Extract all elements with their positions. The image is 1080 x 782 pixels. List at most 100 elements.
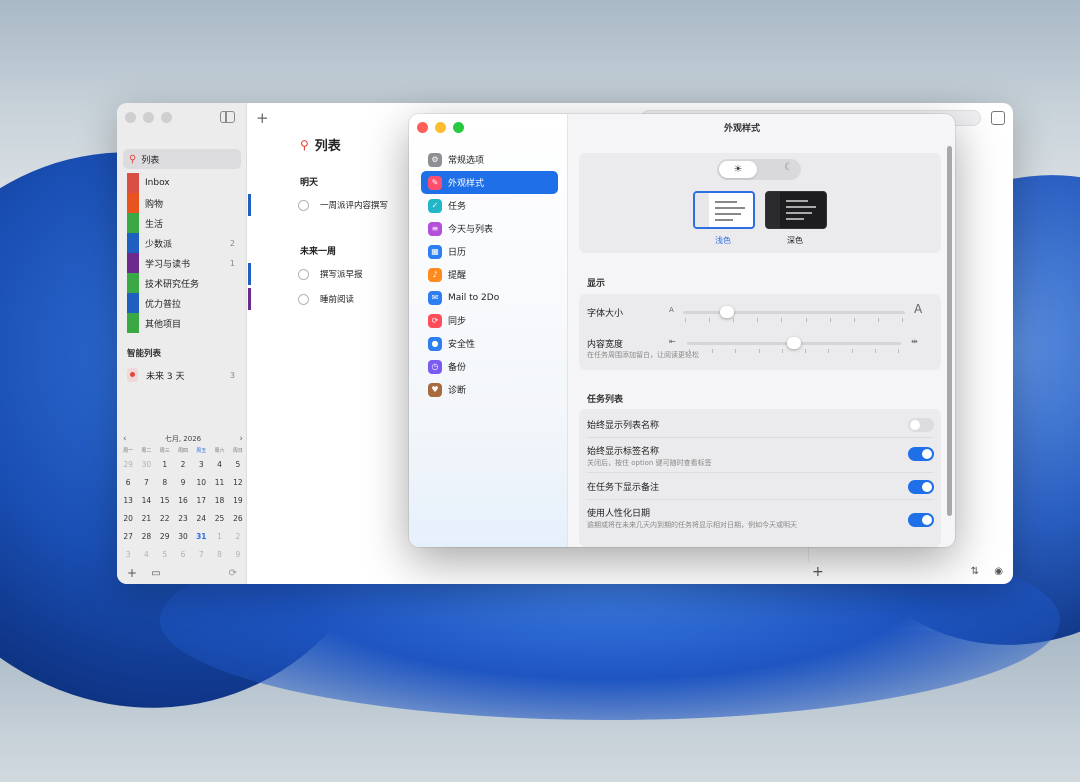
calendar-day[interactable]: 26 [229, 510, 247, 528]
calendar-day[interactable]: 22 [156, 510, 174, 528]
calendar-day[interactable]: 7 [137, 474, 155, 492]
close-button[interactable] [125, 112, 136, 123]
calendar-day[interactable]: 10 [192, 474, 210, 492]
dark-theme-label: 深色 [787, 236, 803, 245]
calendar-day[interactable]: 29 [156, 528, 174, 546]
list-item[interactable]: 购物 [127, 193, 239, 213]
calendar-day[interactable]: 1 [210, 528, 228, 546]
chevron-right-icon[interactable]: › [239, 434, 243, 444]
eye-icon[interactable]: ◉ [994, 566, 1003, 577]
list-item[interactable]: 少数派 2 [127, 233, 239, 253]
add-button[interactable]: + [812, 564, 824, 580]
list-item[interactable]: Inbox [127, 173, 239, 193]
show-tag-name-toggle[interactable] [908, 447, 934, 461]
inspector-toggle-icon[interactable] [991, 111, 1005, 125]
calendar-day[interactable]: 28 [137, 528, 155, 546]
list-label: 其他项目 [145, 319, 182, 330]
dark-theme-thumbnail[interactable] [765, 191, 827, 229]
appearance-segmented-control[interactable]: ☀ ☾ [717, 159, 801, 180]
moon-icon[interactable]: ☾ [784, 162, 793, 173]
sun-icon[interactable]: ☀ [719, 161, 757, 178]
calendar-toggle-icon[interactable]: ▭ [151, 568, 160, 579]
calendar-day[interactable]: 31 [192, 528, 210, 546]
task-checkbox[interactable] [298, 268, 309, 280]
list-item[interactable]: 技术研究任务 [127, 273, 239, 293]
weekday-label: 周日 [232, 448, 243, 454]
pref-nav-item[interactable]: ✉ Mail to 2Do [421, 286, 558, 309]
content-width-slider[interactable] [687, 337, 901, 349]
calendar-day[interactable]: 20 [119, 510, 137, 528]
pref-nav-item[interactable]: ⚙ 常规选项 [421, 148, 558, 171]
calendar-day[interactable]: 3 [192, 456, 210, 474]
calendar-day[interactable]: 19 [229, 492, 247, 510]
list-item[interactable]: 其他项目 [127, 313, 239, 333]
pref-nav-label: Mail to 2Do [448, 292, 500, 303]
pref-nav-item[interactable]: ≡ 今天与列表 [421, 217, 558, 240]
weekday-label: 周三 [159, 448, 170, 454]
add-list-button[interactable]: + [127, 566, 137, 580]
calendar-day[interactable]: 1 [156, 456, 174, 474]
task-checkbox[interactable] [298, 199, 309, 211]
calendar-day[interactable]: 11 [210, 474, 228, 492]
calendar-day[interactable]: 2 [229, 528, 247, 546]
sort-icon[interactable]: ⇅ [971, 566, 979, 577]
pref-nav-item[interactable]: ▦ 日历 [421, 240, 558, 263]
row-divider [587, 499, 933, 500]
calendar-day[interactable]: 23 [174, 510, 192, 528]
calendar-day[interactable]: 4 [210, 456, 228, 474]
calendar-day[interactable]: 29 [119, 456, 137, 474]
slider-knob[interactable] [787, 337, 801, 349]
pref-nav-item[interactable]: ✎ 外观样式 [421, 171, 558, 194]
list-icon: ≡ [428, 221, 442, 236]
calendar-day[interactable]: 13 [119, 492, 137, 510]
minimize-button[interactable] [143, 112, 154, 123]
smart-list-item[interactable]: 未来 3 天 3 [127, 365, 239, 385]
calendar-day[interactable]: 21 [137, 510, 155, 528]
font-size-slider[interactable] [683, 306, 905, 318]
setting-hint: 逾期或将在未来几天内到期的任务将显示相对日期，例如今天或明天 [587, 521, 797, 529]
pref-nav-item[interactable]: ✓ 任务 [421, 194, 558, 217]
calendar-day[interactable]: 17 [192, 492, 210, 510]
sidebar-toggle-icon[interactable] [220, 111, 235, 123]
task-row[interactable]: 睡前阅读 [298, 293, 354, 305]
calendar-day[interactable]: 27 [119, 528, 137, 546]
sidebar-item-lists[interactable]: ⚲ 列表 [123, 149, 241, 169]
calendar-day[interactable]: 14 [137, 492, 155, 510]
calendar-day[interactable]: 6 [119, 474, 137, 492]
humanized-date-toggle[interactable] [908, 513, 934, 527]
calendar-day[interactable]: 30 [174, 528, 192, 546]
zoom-button[interactable] [161, 112, 172, 123]
pref-nav-item[interactable]: ♪ 提醒 [421, 263, 558, 286]
show-notes-toggle[interactable] [908, 480, 934, 494]
pref-nav-item[interactable]: ♥ 诊断 [421, 378, 558, 401]
task-row[interactable]: 撰写派早报 [298, 268, 363, 280]
list-item[interactable]: 优力普拉 [127, 293, 239, 313]
calendar-day[interactable]: 9 [174, 474, 192, 492]
pref-nav-item[interactable]: ⟳ 同步 [421, 309, 558, 332]
scrollbar[interactable] [947, 146, 952, 516]
pref-nav-item[interactable]: ● 安全性 [421, 332, 558, 355]
task-checkbox[interactable] [298, 293, 309, 305]
slider-knob[interactable] [720, 306, 735, 318]
calendar-day[interactable]: 24 [192, 510, 210, 528]
light-theme-thumbnail[interactable] [693, 191, 755, 229]
calendar-day[interactable]: 12 [229, 474, 247, 492]
show-list-name-toggle[interactable] [908, 418, 934, 432]
chevron-left-icon[interactable]: ‹ [123, 434, 127, 444]
pref-nav-item[interactable]: ◷ 备份 [421, 355, 558, 378]
list-marker [248, 263, 251, 285]
list-item[interactable]: 学习与读书 1 [127, 253, 239, 273]
calendar-day[interactable]: 16 [174, 492, 192, 510]
add-task-button[interactable]: + [256, 109, 269, 127]
calendar-day[interactable]: 8 [156, 474, 174, 492]
calendar-day[interactable]: 18 [210, 492, 228, 510]
calendar-day[interactable]: 2 [174, 456, 192, 474]
calendar-day[interactable]: 30 [137, 456, 155, 474]
list-item[interactable]: 生活 [127, 213, 239, 233]
window-controls [125, 112, 172, 123]
calendar-day[interactable]: 5 [229, 456, 247, 474]
sync-icon[interactable]: ⟳ [229, 568, 237, 579]
calendar-day[interactable]: 25 [210, 510, 228, 528]
task-row[interactable]: 一周派评内容撰写 [298, 199, 388, 211]
calendar-day[interactable]: 15 [156, 492, 174, 510]
